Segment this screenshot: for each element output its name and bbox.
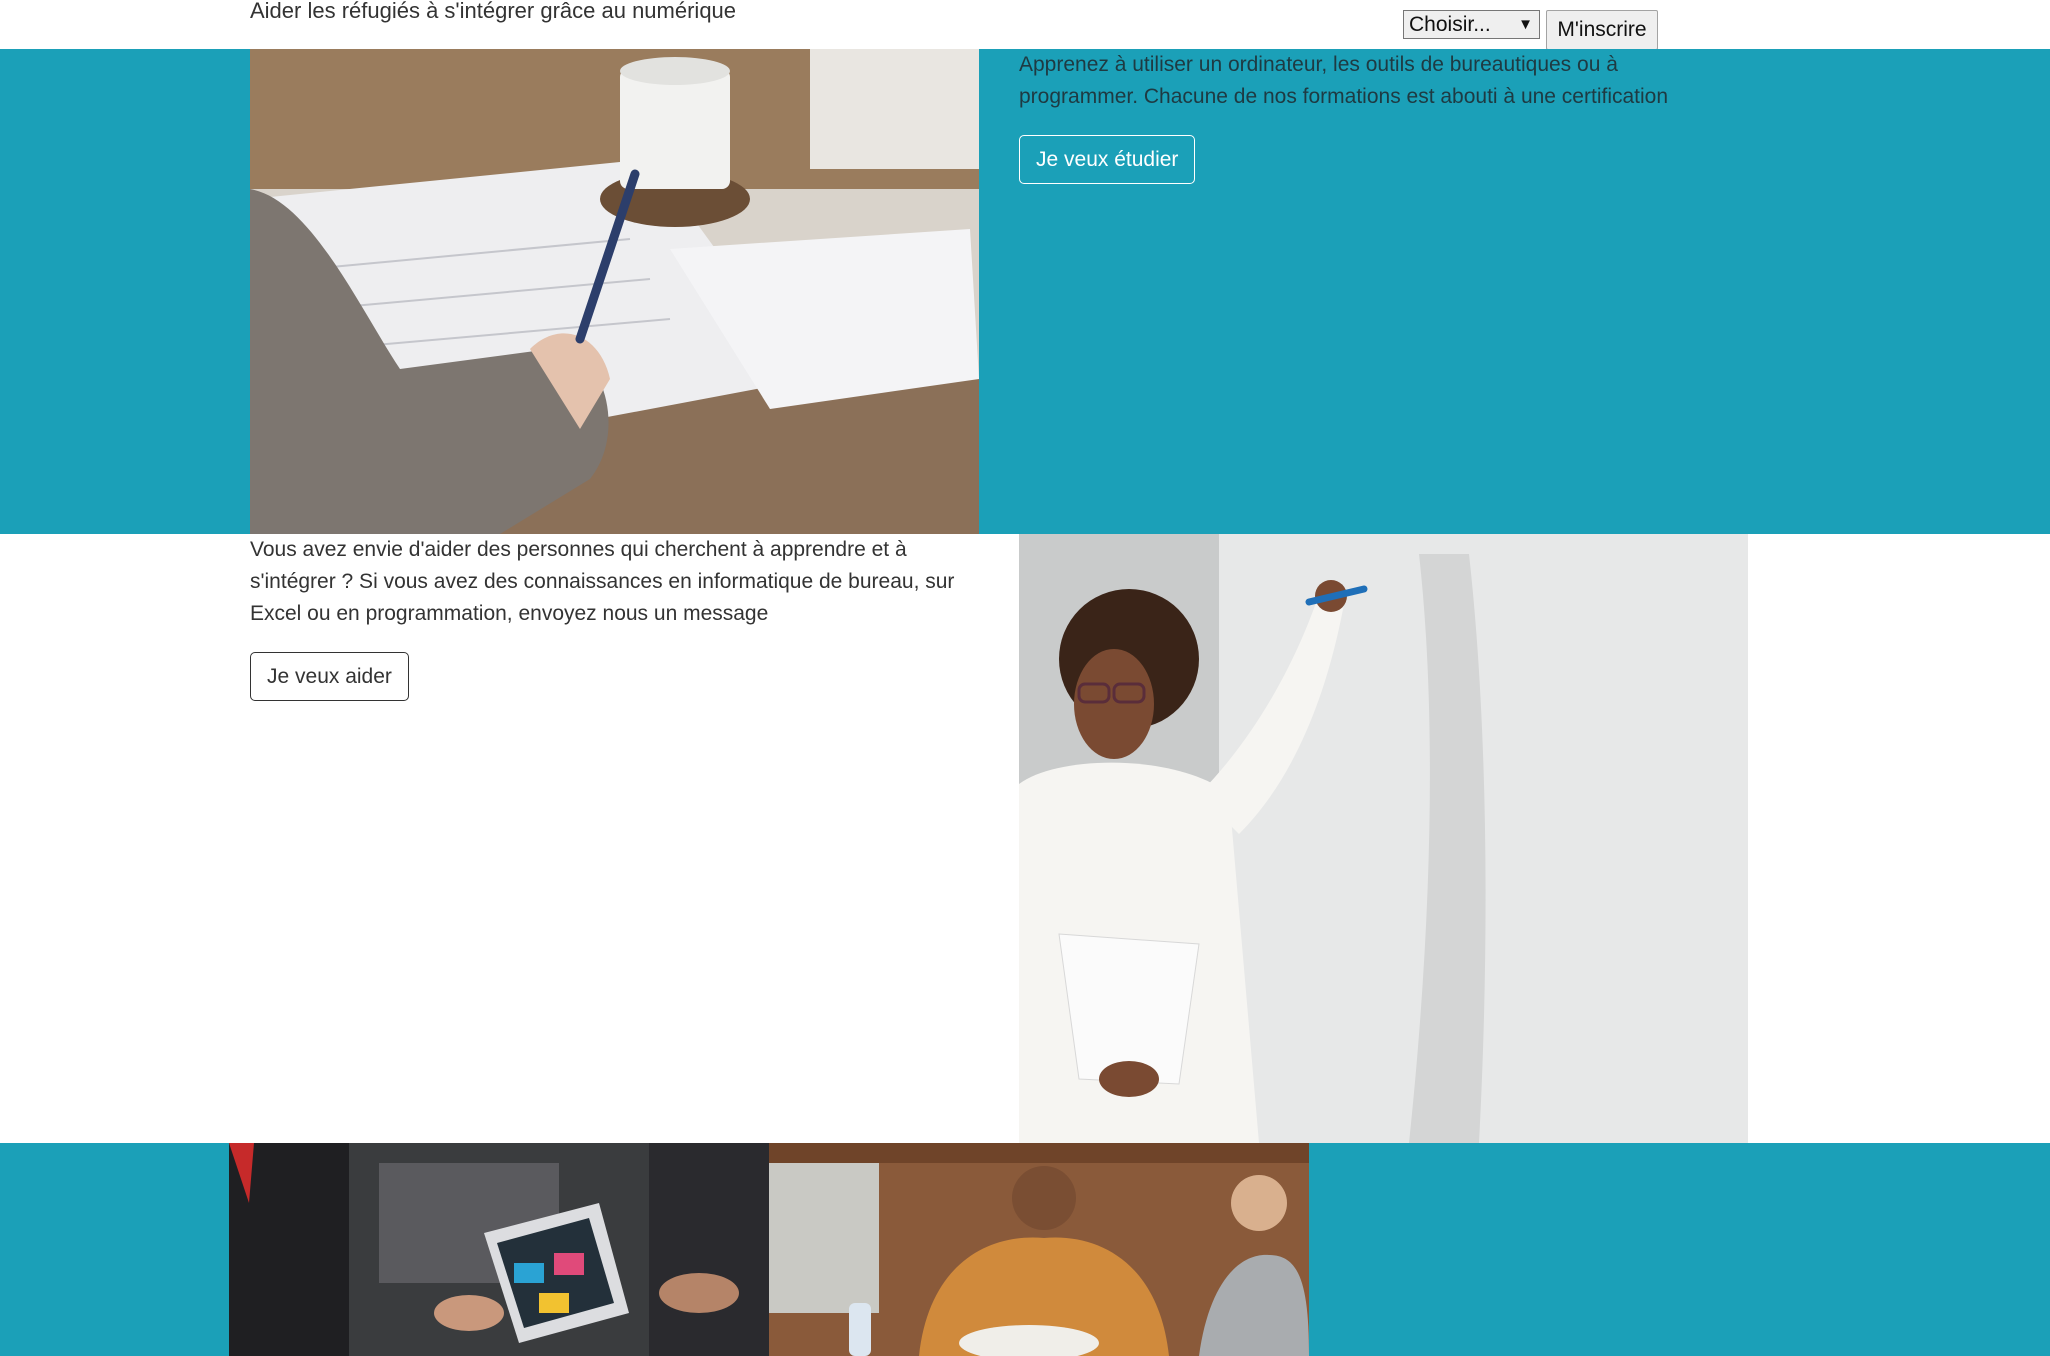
laptop-group-photo	[229, 1143, 769, 1356]
teacher-photo	[1019, 534, 1748, 1143]
top-header: Aider les réfugiés à s'intégrer grâce au…	[0, 0, 2050, 50]
study-group-photo	[769, 1143, 1309, 1356]
site-tagline: Aider les réfugiés à s'intégrer grâce au…	[250, 0, 737, 23]
study-section: Apprenez à utiliser un ordinateur, les o…	[0, 49, 2050, 534]
writing-photo	[250, 49, 979, 534]
signup-button[interactable]: M'inscrire	[1546, 10, 1658, 50]
help-section: Vous avez envie d'aider des personnes qu…	[0, 534, 2050, 1143]
page: Aider les réfugiés à s'intégrer grâce au…	[0, 0, 2050, 1356]
profile-select-value: Choisir...	[1409, 13, 1491, 36]
gallery-section	[0, 1143, 2050, 1356]
help-button[interactable]: Je veux aider	[250, 652, 409, 701]
study-button[interactable]: Je veux étudier	[1019, 135, 1196, 184]
study-description: Apprenez à utiliser un ordinateur, les o…	[1019, 53, 1669, 108]
signup-form: Choisir... ▼ M'inscrire	[1403, 10, 1658, 50]
profile-select[interactable]: Choisir... ▼	[1403, 10, 1540, 39]
help-description: Vous avez envie d'aider des personnes qu…	[250, 538, 955, 625]
chevron-down-icon: ▼	[1518, 16, 1533, 33]
